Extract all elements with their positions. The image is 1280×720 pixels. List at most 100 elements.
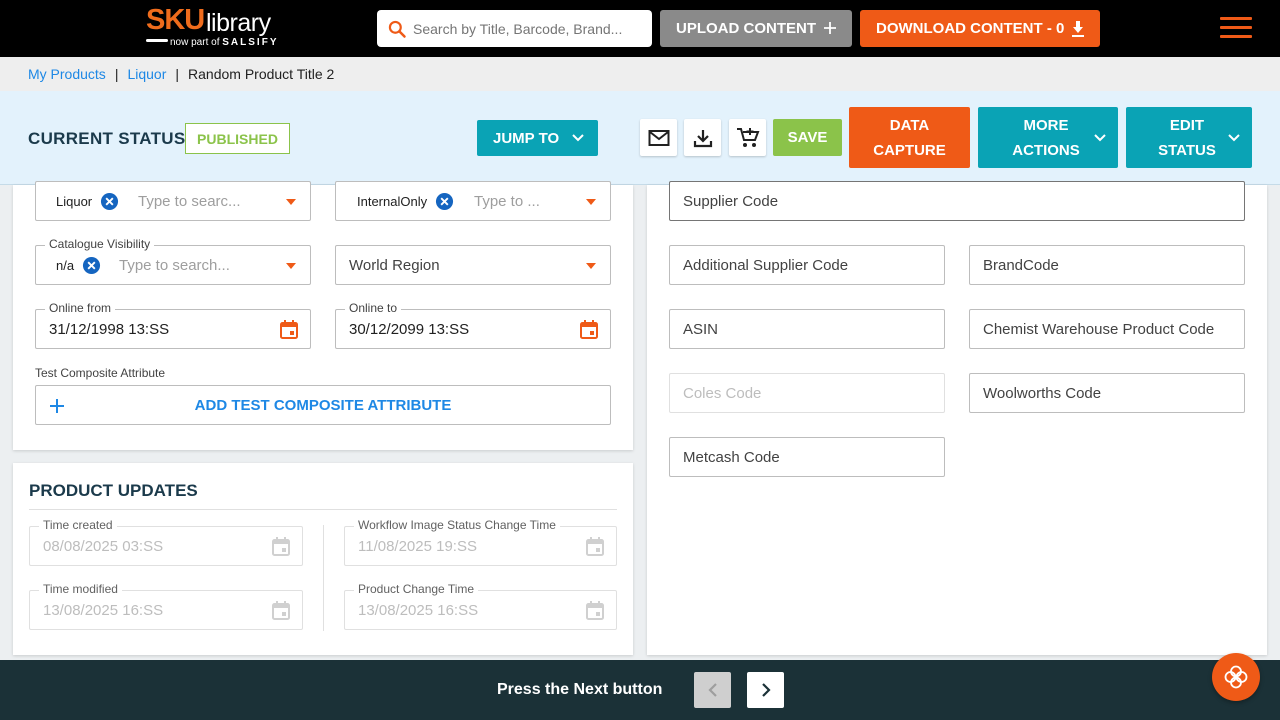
time-modified-value: 13/08/2025 16:SS	[43, 602, 163, 619]
woolworths-code-placeholder: Woolworths Code	[983, 385, 1101, 402]
brand-code-placeholder: BrandCode	[983, 257, 1059, 274]
status-badge: PUBLISHED	[185, 123, 290, 154]
guided-tour-bar: Press the Next button	[0, 660, 1280, 720]
woolworths-code-field[interactable]: Woolworths Code	[969, 373, 1245, 413]
breadcrumb-my-products[interactable]: My Products	[28, 66, 106, 82]
additional-supplier-code-field[interactable]: Additional Supplier Code	[669, 245, 945, 285]
calendar-icon[interactable]	[280, 320, 298, 339]
metcash-code-field[interactable]: Metcash Code	[669, 437, 945, 477]
remove-chip-icon[interactable]	[100, 192, 119, 211]
jump-to-label: JUMP TO	[493, 130, 559, 147]
add-test-composite-attribute-button[interactable]: ADD TEST COMPOSITE ATTRIBUTE	[35, 385, 611, 425]
calendar-icon	[272, 601, 290, 620]
search-input[interactable]	[413, 10, 643, 47]
divider	[323, 525, 324, 631]
asin-field[interactable]: ASIN	[669, 309, 945, 349]
sku-library-logo[interactable]: SKU library now part of SALSIFY	[146, 4, 296, 50]
download-content-label: DOWNLOAD CONTENT - 0	[876, 20, 1064, 37]
support-flower-icon	[1223, 664, 1249, 690]
download-icon	[1070, 20, 1086, 38]
catalogue-visibility-field[interactable]: Catalogue Visibility n/a Type to search.…	[35, 245, 311, 285]
online-visibility-chip-label: InternalOnly	[357, 194, 427, 209]
sector-field[interactable]: Liquor Type to searc...	[35, 181, 311, 221]
mail-icon	[648, 129, 670, 147]
online-from-value: 31/12/1998 13:SS	[49, 321, 169, 338]
world-region-field[interactable]: World Region	[335, 245, 611, 285]
breadcrumb-separator: |	[115, 66, 119, 82]
online-to-field[interactable]: Online to 30/12/2099 13:SS	[335, 309, 611, 349]
logo-tagline-prefix: now part of	[170, 37, 219, 48]
more-actions-button[interactable]: MORE ACTIONS	[978, 107, 1118, 168]
online-from-field[interactable]: Online from 31/12/1998 13:SS	[35, 309, 311, 349]
breadcrumb-current: Random Product Title 2	[188, 66, 334, 82]
chemist-warehouse-product-code-field[interactable]: Chemist Warehouse Product Code	[969, 309, 1245, 349]
logo-library-text: library	[206, 9, 271, 38]
sector-search-placeholder[interactable]: Type to searc...	[138, 193, 250, 210]
download-button[interactable]	[684, 119, 721, 156]
dropdown-arrow-icon[interactable]	[586, 263, 596, 269]
upload-content-label: UPLOAD CONTENT	[676, 20, 816, 37]
email-button[interactable]	[640, 119, 677, 156]
top-navigation-bar: SKU library now part of SALSIFY UPLOAD C…	[0, 0, 1280, 57]
workflow-image-status-change-time-value: 11/08/2025 19:SS	[358, 538, 477, 555]
current-status-label: CURRENT STATUS:	[28, 129, 191, 149]
upload-content-button[interactable]: UPLOAD CONTENT	[660, 10, 852, 47]
edit-status-button[interactable]: EDIT STATUS	[1126, 107, 1252, 168]
breadcrumb-liquor[interactable]: Liquor	[127, 66, 166, 82]
online-visibility-chip: InternalOnly	[357, 192, 454, 211]
breadcrumb: My Products | Liquor | Random Product Ti…	[0, 57, 1280, 91]
online-from-label: Online from	[45, 301, 115, 315]
save-button[interactable]: SAVE	[773, 119, 842, 156]
product-change-time-value: 13/08/2025 16:SS	[358, 602, 478, 619]
global-search	[377, 10, 652, 47]
coles-code-field: Coles Code	[669, 373, 945, 413]
online-visibility-search-placeholder[interactable]: Type to ...	[474, 193, 554, 210]
workflow-image-status-change-time-label: Workflow Image Status Change Time	[354, 518, 560, 532]
test-composite-attribute-label: Test Composite Attribute	[35, 366, 165, 380]
chevron-right-icon	[761, 683, 771, 697]
menu-icon[interactable]	[1220, 17, 1252, 41]
chevron-down-icon	[572, 133, 584, 143]
product-updates-title: PRODUCT UPDATES	[29, 481, 198, 501]
calendar-icon[interactable]	[580, 320, 598, 339]
metcash-code-placeholder: Metcash Code	[683, 449, 780, 466]
plus-icon	[50, 399, 64, 413]
time-created-label: Time created	[39, 518, 117, 532]
add-test-composite-attribute-label: ADD TEST COMPOSITE ATTRIBUTE	[195, 397, 452, 414]
divider	[29, 509, 617, 510]
logo-tagline-brand: SALSIFY	[222, 37, 278, 48]
dropdown-arrow-icon[interactable]	[286, 263, 296, 269]
download-content-button[interactable]: DOWNLOAD CONTENT - 0	[860, 10, 1100, 47]
sector-chip-label: Liquor	[56, 194, 92, 209]
brand-code-field[interactable]: BrandCode	[969, 245, 1245, 285]
chevron-down-icon	[1228, 133, 1240, 143]
data-capture-button[interactable]: DATA CAPTURE	[849, 107, 970, 168]
calendar-icon	[586, 601, 604, 620]
add-to-cart-button[interactable]	[729, 119, 766, 156]
jump-to-button[interactable]: JUMP TO	[477, 120, 598, 156]
catalogue-visibility-chip-label: n/a	[56, 258, 74, 273]
remove-chip-icon[interactable]	[435, 192, 454, 211]
download-icon	[693, 128, 713, 148]
asin-placeholder: ASIN	[683, 321, 718, 338]
time-created-value: 08/08/2025 03:SS	[43, 538, 163, 555]
catalogue-visibility-search-placeholder[interactable]: Type to search...	[119, 257, 259, 274]
time-modified-label: Time modified	[39, 582, 122, 596]
dropdown-arrow-icon[interactable]	[286, 199, 296, 205]
supplier-code-placeholder: Supplier Code	[683, 193, 778, 210]
calendar-icon	[272, 537, 290, 556]
previous-button[interactable]	[694, 672, 731, 708]
remove-chip-icon[interactable]	[82, 256, 101, 275]
status-toolbar: CURRENT STATUS: PUBLISHED JUMP TO SAVE D…	[0, 91, 1280, 185]
supplier-code-field[interactable]: Supplier Code	[669, 181, 1245, 221]
logo-sku-text: SKU	[146, 4, 204, 37]
tour-message: Press the Next button	[497, 681, 662, 699]
help-widget-button[interactable]	[1212, 653, 1260, 701]
dropdown-arrow-icon[interactable]	[586, 199, 596, 205]
calendar-icon	[586, 537, 604, 556]
chevron-down-icon	[1094, 133, 1106, 143]
product-change-time-field: Product Change Time 13/08/2025 16:SS	[344, 590, 617, 630]
online-to-value: 30/12/2099 13:SS	[349, 321, 469, 338]
online-visibility-field[interactable]: InternalOnly Type to ...	[335, 181, 611, 221]
next-button[interactable]	[747, 672, 784, 708]
